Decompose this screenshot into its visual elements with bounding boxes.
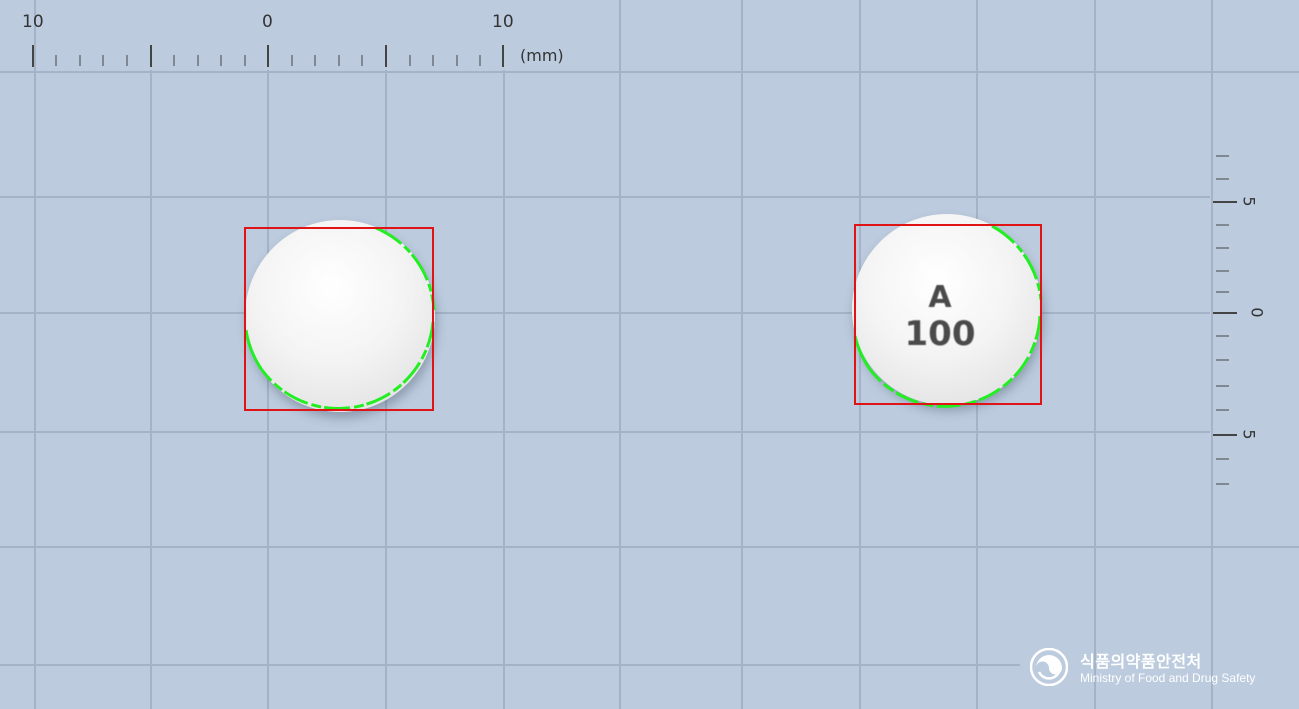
watermark-english-text: Ministry of Food and Drug Safety bbox=[1080, 671, 1256, 685]
pill-back-bounding-box bbox=[854, 224, 1042, 405]
pill-back-edge-contour bbox=[853, 224, 1043, 408]
pill-image-canvas: 10 0 10 (mm) 5 0 5 A 100 식품의약품안전처 Minist… bbox=[0, 0, 1299, 709]
mfds-logo-icon bbox=[1030, 648, 1068, 686]
watermark-korean-text: 식품의약품안전처 bbox=[1080, 652, 1202, 671]
mfds-watermark: 식품의약품안전처 Ministry of Food and Drug Safet… bbox=[1030, 648, 1280, 692]
